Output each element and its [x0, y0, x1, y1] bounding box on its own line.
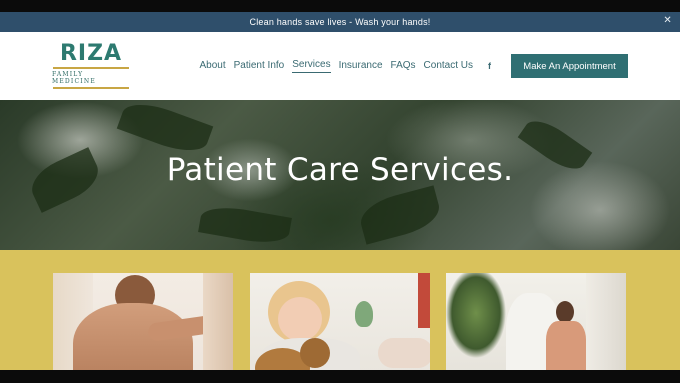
nav-link-contact-us[interactable]: Contact Us — [424, 60, 473, 73]
patient-head-image — [556, 301, 574, 323]
plant-image — [355, 301, 373, 327]
leaf-shape — [356, 185, 444, 245]
web-page: Clean hands save lives - Wash your hands… — [0, 12, 680, 370]
site-header: RIZA FAMILY MEDICINE About Patient Info … — [0, 32, 680, 100]
anatomy-poster-image — [203, 273, 233, 370]
child-face-image — [278, 297, 322, 341]
logo-wordmark: RIZA — [59, 41, 123, 67]
main-nav: About Patient Info Services Insurance FA… — [192, 54, 628, 78]
service-card-child-care[interactable] — [250, 273, 430, 370]
service-card-consultation[interactable] — [446, 273, 626, 370]
leaf-shape — [198, 202, 292, 248]
site-logo[interactable]: RIZA FAMILY MEDICINE — [52, 43, 130, 89]
logo-rule-bottom — [53, 87, 129, 89]
nav-link-services[interactable]: Services — [292, 59, 331, 73]
service-card-shoulder-exam[interactable] — [53, 273, 233, 370]
nav-link-faqs[interactable]: FAQs — [391, 60, 416, 73]
close-icon[interactable]: ✕ — [663, 15, 672, 26]
nav-link-patient-info[interactable]: Patient Info — [234, 60, 285, 73]
logo-tagline: FAMILY MEDICINE — [52, 71, 96, 86]
nav-link-about[interactable]: About — [200, 60, 226, 73]
services-section — [0, 250, 680, 370]
announcement-text: Clean hands save lives - Wash your hands… — [249, 17, 431, 27]
equipment-image — [418, 273, 430, 328]
nav-link-insurance[interactable]: Insurance — [339, 60, 383, 73]
facebook-icon[interactable]: f — [488, 61, 491, 71]
announcement-bar: Clean hands save lives - Wash your hands… — [0, 12, 680, 32]
video-frame: Clean hands save lives - Wash your hands… — [0, 0, 680, 383]
patient-body-image — [546, 321, 586, 370]
doctor-hand-image — [378, 338, 430, 368]
hero-banner: Patient Care Services. — [0, 100, 680, 250]
wall-image — [586, 273, 626, 370]
make-appointment-button[interactable]: Make An Appointment — [511, 54, 628, 78]
teddy-bear-head-image — [300, 338, 330, 368]
logo-rule — [53, 67, 129, 70]
hero-title: Patient Care Services. — [166, 152, 514, 188]
leaf-shape — [116, 100, 214, 160]
